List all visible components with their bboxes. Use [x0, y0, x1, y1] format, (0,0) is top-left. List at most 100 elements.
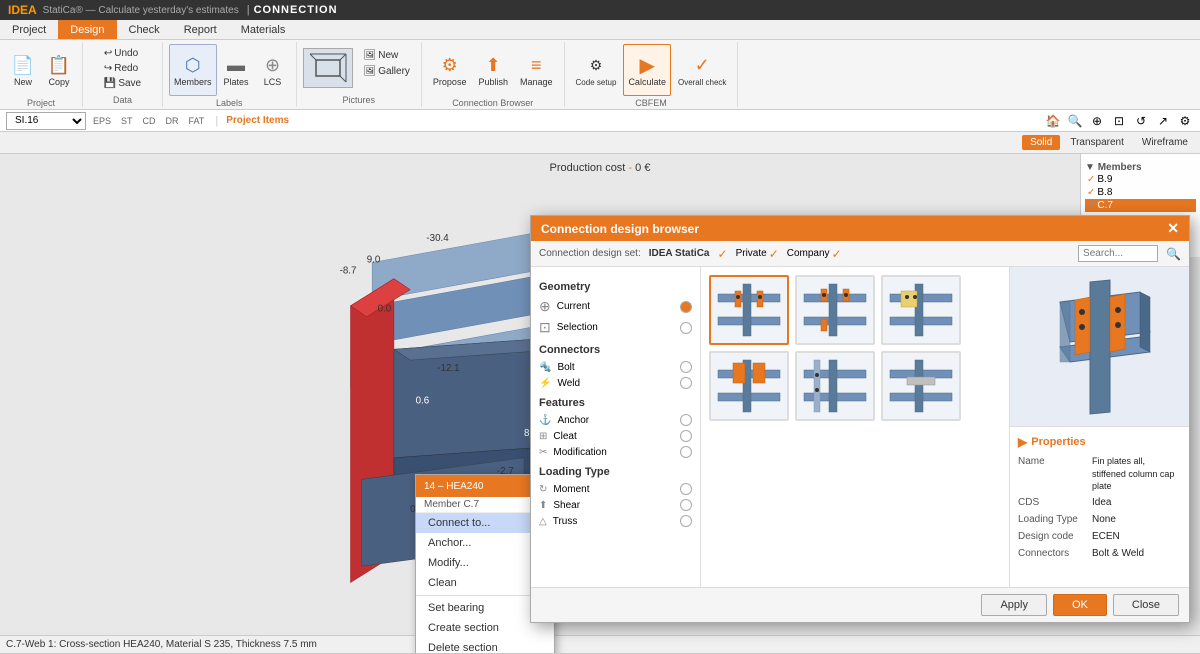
dialog-close-btn[interactable]: ✕ [1167, 220, 1179, 237]
current-radio [680, 301, 692, 313]
ok-btn[interactable]: OK [1053, 594, 1107, 616]
tree-item-b9[interactable]: ✓ B.9 [1085, 173, 1196, 186]
project-select[interactable]: SI.16 [6, 112, 86, 130]
tag-dr[interactable]: DR [163, 115, 182, 127]
apply-btn[interactable]: Apply [981, 594, 1047, 616]
tag-cd[interactable]: CD [140, 115, 159, 127]
cleat-icon: ⊞ [539, 431, 547, 442]
design-browser-dialog: Connection design browser ✕ Connection d… [530, 215, 1190, 623]
menu-report[interactable]: Report [172, 20, 229, 39]
tag-fat[interactable]: FAT [186, 115, 208, 127]
filter-moment[interactable]: ↻ Moment [539, 481, 692, 497]
conn-thumb-4[interactable] [709, 351, 789, 421]
menu-bar: Project Design Check Report Materials [0, 20, 1200, 40]
filter-current[interactable]: ⊕ Current [539, 296, 692, 317]
calculate-btn[interactable]: ▶ Calculate [623, 44, 671, 96]
cds-private[interactable]: Private ✓ [736, 247, 779, 261]
filter-selection[interactable]: ⊡ Selection [539, 317, 692, 338]
preview-panel: ▶ Properties Name Fin plates all, stiffe… [1009, 267, 1189, 587]
overall-check-btn[interactable]: ✓ Overall check [673, 44, 731, 96]
bolt-icon: 🔩 [539, 362, 551, 373]
search-icon-btn[interactable]: 🔍 [1066, 112, 1084, 130]
plates-btn[interactable]: ▬ Plates [219, 44, 254, 96]
ribbon-copy-btn[interactable]: 📋 Copy [42, 44, 76, 96]
home-icon-btn[interactable]: 🏠 [1044, 112, 1062, 130]
conn-thumb-6[interactable] [881, 351, 961, 421]
filter-shear[interactable]: ⬆ Shear [539, 497, 692, 513]
prop-design-code-row: Design code ECEN [1018, 530, 1181, 544]
menu-project[interactable]: Project [0, 20, 58, 39]
check-icon-b9: ✓ [1087, 174, 1095, 185]
view-transparent-btn[interactable]: Transparent [1062, 135, 1132, 150]
moment-radio [680, 483, 692, 495]
redo-btn[interactable]: ↪ Redo [99, 61, 146, 76]
labels-group-label: Labels [216, 98, 243, 108]
bolt-radio [680, 361, 692, 373]
zoom-icon-btn[interactable]: ⊕ [1088, 112, 1106, 130]
propose-btn[interactable]: ⚙ Propose [428, 44, 472, 96]
anchor-radio [680, 414, 692, 426]
company-check-mark: ✓ [832, 247, 842, 261]
ctx-delete-section[interactable]: Delete section [416, 638, 554, 653]
anchor-icon: ⚓ [539, 415, 551, 426]
members-section-label: ▼ Members [1085, 162, 1196, 173]
menu-materials[interactable]: Materials [229, 20, 298, 39]
check-icon-b8: ✓ [1087, 187, 1095, 198]
fit-icon-btn[interactable]: ⊡ [1110, 112, 1128, 130]
truss-radio [680, 515, 692, 527]
ribbon-cbfem-group: ⚙ Code setup ▶ Calculate ✓ Overall check… [565, 42, 739, 107]
filter-panel: Geometry ⊕ Current ⊡ Selection Connector… [531, 267, 701, 587]
new-pic-icon: 🖼 [364, 50, 377, 61]
svg-text:-8.7: -8.7 [340, 265, 357, 276]
conn-thumb-3[interactable] [881, 275, 961, 345]
manage-btn[interactable]: ≡ Manage [515, 44, 558, 96]
cds-company[interactable]: Company ✓ [787, 247, 842, 261]
publish-btn[interactable]: ⬆ Publish [473, 44, 513, 96]
code-setup-btn[interactable]: ⚙ Code setup [571, 44, 622, 96]
prop-connectors-row: Connectors Bolt & Weld [1018, 547, 1181, 561]
shear-radio [680, 499, 692, 511]
svg-text:-12.1: -12.1 [437, 363, 459, 374]
undo-btn[interactable]: ↩ Undo [99, 46, 146, 61]
project-bar: SI.16 EPS ST CD DR FAT | Project Items 🏠… [0, 110, 1200, 132]
conn-thumb-2[interactable] [795, 275, 875, 345]
ribbon-conn-browser-group: ⚙ Propose ⬆ Publish ≡ Manage Connection … [422, 42, 565, 107]
settings-icon-btn[interactable]: ⚙ [1176, 112, 1194, 130]
menu-check[interactable]: Check [117, 20, 172, 39]
close-btn[interactable]: Close [1113, 594, 1179, 616]
connection-grid-panel [701, 267, 1009, 587]
filter-anchor[interactable]: ⚓ Anchor [539, 412, 692, 428]
cursor-icon-btn[interactable]: ↗ [1154, 112, 1172, 130]
save-btn[interactable]: 💾 Save [99, 76, 146, 91]
3d-thumbnail [303, 48, 353, 88]
tag-eps[interactable]: EPS [90, 115, 114, 127]
filter-modification[interactable]: ✂ Modification [539, 444, 692, 460]
members-btn[interactable]: ⬡ Members [169, 44, 217, 96]
prop-name-row: Name Fin plates all, stiffened column ca… [1018, 455, 1181, 493]
tree-item-c7[interactable]: ✓ C.7 [1085, 199, 1196, 212]
new-picture-btn[interactable]: 🖼 New [359, 48, 415, 63]
connection-grid [709, 275, 1001, 421]
conn-thumb-1[interactable] [709, 275, 789, 345]
lcs-btn[interactable]: ⊕ LCS [256, 44, 290, 96]
tag-st[interactable]: ST [118, 115, 136, 127]
plates-icon: ▬ [224, 53, 248, 77]
dialog-header: Connection design browser ✕ [531, 216, 1189, 241]
ribbon-new-btn[interactable]: 📄 New [6, 44, 40, 96]
view-solid-btn[interactable]: Solid [1022, 135, 1060, 150]
view-wireframe-btn[interactable]: Wireframe [1134, 135, 1196, 150]
properties-header: ▶ Properties [1018, 435, 1181, 449]
refresh-icon-btn[interactable]: ↺ [1132, 112, 1150, 130]
filter-cleat[interactable]: ⊞ Cleat [539, 428, 692, 444]
properties-panel: ▶ Properties Name Fin plates all, stiffe… [1010, 427, 1189, 587]
filter-bolt[interactable]: 🔩 Bolt [539, 359, 692, 375]
tree-item-b8[interactable]: ✓ B.8 [1085, 186, 1196, 199]
undo-icon: ↩ [104, 48, 112, 59]
gallery-btn[interactable]: 🖼 Gallery [359, 64, 415, 79]
menu-design[interactable]: Design [58, 20, 116, 39]
dialog-search-input[interactable] [1078, 245, 1158, 262]
filter-weld[interactable]: ⚡ Weld [539, 375, 692, 391]
conn-thumb-5[interactable] [795, 351, 875, 421]
geometry-icon: ⊕ [539, 298, 551, 315]
filter-truss[interactable]: △ Truss [539, 513, 692, 529]
